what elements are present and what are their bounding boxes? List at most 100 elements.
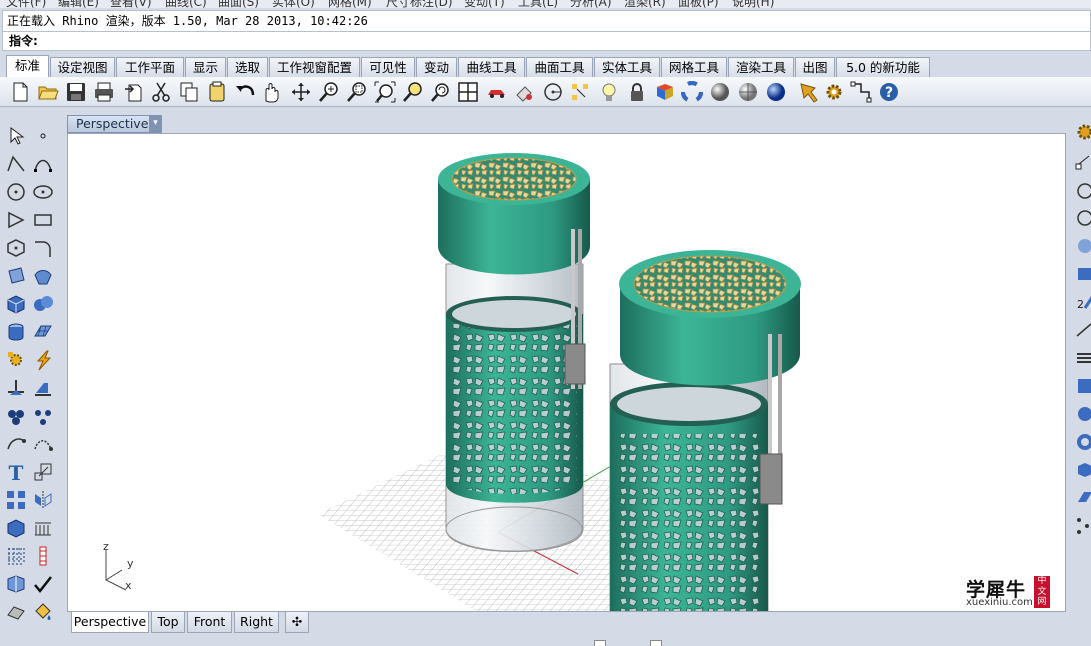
tab-solid-tools[interactable]: 实体工具: [594, 57, 660, 77]
circle-tool-icon[interactable]: [3, 179, 29, 205]
settings-gear-icon[interactable]: [821, 79, 847, 105]
viewport-menu-arrow[interactable]: ▾: [149, 115, 162, 133]
menu-mesh[interactable]: 网格(M): [328, 0, 372, 8]
pan-hand-icon[interactable]: [258, 79, 284, 105]
group-icon[interactable]: [3, 403, 29, 429]
check-icon[interactable]: [30, 571, 56, 597]
select-arrow-icon[interactable]: [3, 123, 29, 149]
tab-right[interactable]: Right: [234, 612, 279, 633]
add-viewport-tab-button[interactable]: ✣: [285, 612, 309, 633]
circle-icon[interactable]: [540, 79, 566, 105]
command-prompt[interactable]: 指令:: [2, 31, 1091, 51]
menu-render[interactable]: 渲染(R): [624, 0, 666, 8]
dimension-icon[interactable]: [30, 515, 56, 541]
tab-surface-tools[interactable]: 曲面工具: [526, 57, 593, 77]
tab-display[interactable]: 显示: [185, 57, 226, 77]
zoom-extents-icon[interactable]: [372, 79, 398, 105]
menu-solid[interactable]: 实体(O): [272, 0, 315, 8]
zoom-selected-icon[interactable]: [400, 79, 426, 105]
menu-curve[interactable]: 曲线(C): [165, 0, 207, 8]
box-right-icon[interactable]: [1075, 460, 1091, 482]
paint-bucket-icon[interactable]: [30, 599, 56, 625]
polyline-icon[interactable]: [3, 151, 29, 177]
open-folder-icon[interactable]: [35, 79, 61, 105]
menu-help[interactable]: 说明(H): [732, 0, 774, 8]
blue-sphere-icon[interactable]: [763, 79, 789, 105]
select-points-icon[interactable]: [567, 79, 593, 105]
curve-control-points-icon[interactable]: [30, 151, 56, 177]
tab-front[interactable]: Front: [187, 612, 232, 633]
import-icon[interactable]: [121, 79, 147, 105]
menu-transform[interactable]: 变动(T): [464, 0, 505, 8]
points-right-icon[interactable]: [1075, 516, 1091, 538]
rotate-view-icon[interactable]: [288, 79, 314, 105]
layer-stack-right-icon[interactable]: [1075, 348, 1091, 370]
undo-icon[interactable]: [232, 79, 258, 105]
split-icon[interactable]: [3, 375, 29, 401]
boolean-solid-icon[interactable]: [3, 515, 29, 541]
degree-right-icon[interactable]: 2: [1075, 292, 1091, 314]
edit-points-icon[interactable]: [3, 431, 29, 457]
surface-from-points-icon[interactable]: [3, 263, 29, 289]
color-wheel-icon[interactable]: [679, 79, 705, 105]
object-snap-icon[interactable]: [511, 79, 537, 105]
menu-tools[interactable]: 工具(L): [518, 0, 558, 8]
paste-icon[interactable]: [204, 79, 230, 105]
edit-curve-right-icon[interactable]: [1075, 320, 1091, 342]
tab-standard[interactable]: 标准: [6, 55, 49, 77]
tab-mesh-tools[interactable]: 网格工具: [661, 57, 727, 77]
viewport-title[interactable]: Perspective: [67, 115, 162, 133]
save-icon[interactable]: [63, 79, 89, 105]
render-color-icon[interactable]: [652, 79, 678, 105]
trim-lightning-icon[interactable]: [30, 347, 56, 373]
circle-right-icon[interactable]: [1075, 181, 1091, 203]
tab-transform[interactable]: 变动: [416, 57, 457, 77]
settings-gear-right-icon[interactable]: [1075, 122, 1091, 144]
menu-surface[interactable]: 曲面(S): [218, 0, 259, 8]
blue-shape-right-icon[interactable]: [1075, 376, 1091, 398]
box-solid-icon[interactable]: [3, 291, 29, 317]
menu-edit[interactable]: 编辑(E): [58, 0, 99, 8]
sphere-right-icon[interactable]: [1075, 236, 1091, 258]
ellipse-tool-icon[interactable]: [30, 179, 56, 205]
rotate-camera-icon[interactable]: [428, 79, 454, 105]
join-icon[interactable]: [30, 375, 56, 401]
point-icon[interactable]: [30, 123, 56, 149]
surface-right-icon[interactable]: [1075, 264, 1091, 286]
curve-point-right-icon[interactable]: [1075, 154, 1091, 176]
osnap-checkbox-2[interactable]: [650, 640, 662, 646]
record-history-icon[interactable]: [30, 543, 56, 569]
tab-set-view[interactable]: 设定视图: [50, 57, 115, 77]
rectangle-tool-icon[interactable]: [30, 207, 56, 233]
four-viewports-icon[interactable]: [455, 79, 481, 105]
light-bulb-icon[interactable]: [596, 79, 622, 105]
fillet-curve-icon[interactable]: [30, 235, 56, 261]
scale-icon[interactable]: [30, 459, 56, 485]
cylinder-solid-icon[interactable]: [3, 319, 29, 345]
arc-tool-icon[interactable]: [3, 207, 29, 233]
torus-right-icon[interactable]: [1075, 432, 1091, 454]
blue-sphere-right-icon[interactable]: [1075, 404, 1091, 426]
tab-select[interactable]: 选取: [227, 57, 268, 77]
material-sphere-icon[interactable]: [707, 79, 733, 105]
zoom-dynamic-icon[interactable]: [316, 79, 342, 105]
plane-right-icon[interactable]: [1075, 488, 1091, 510]
menu-analyze[interactable]: 分析(A): [570, 0, 612, 8]
new-file-icon[interactable]: [7, 79, 33, 105]
sphere-solid-icon[interactable]: [30, 291, 56, 317]
ungroup-icon[interactable]: [30, 403, 56, 429]
tab-whats-new[interactable]: 5.0 的新功能: [836, 57, 930, 77]
tab-top[interactable]: Top: [151, 612, 185, 633]
menu-dimension[interactable]: 尺寸标注(D): [386, 0, 453, 8]
extrude-surface-icon[interactable]: [30, 263, 56, 289]
lock-icon[interactable]: [624, 79, 650, 105]
text-object-icon[interactable]: T: [3, 459, 29, 485]
tab-curve-tools[interactable]: 曲线工具: [458, 57, 525, 77]
environment-sphere-icon[interactable]: [735, 79, 761, 105]
perspective-viewport[interactable]: [67, 133, 1066, 612]
menu-view[interactable]: 查看(V): [110, 0, 152, 8]
unroll-surface-icon[interactable]: [3, 599, 29, 625]
copy-icon[interactable]: [176, 79, 202, 105]
tab-layout[interactable]: 出图: [795, 57, 835, 77]
tab-cplane[interactable]: 工作平面: [116, 57, 184, 77]
